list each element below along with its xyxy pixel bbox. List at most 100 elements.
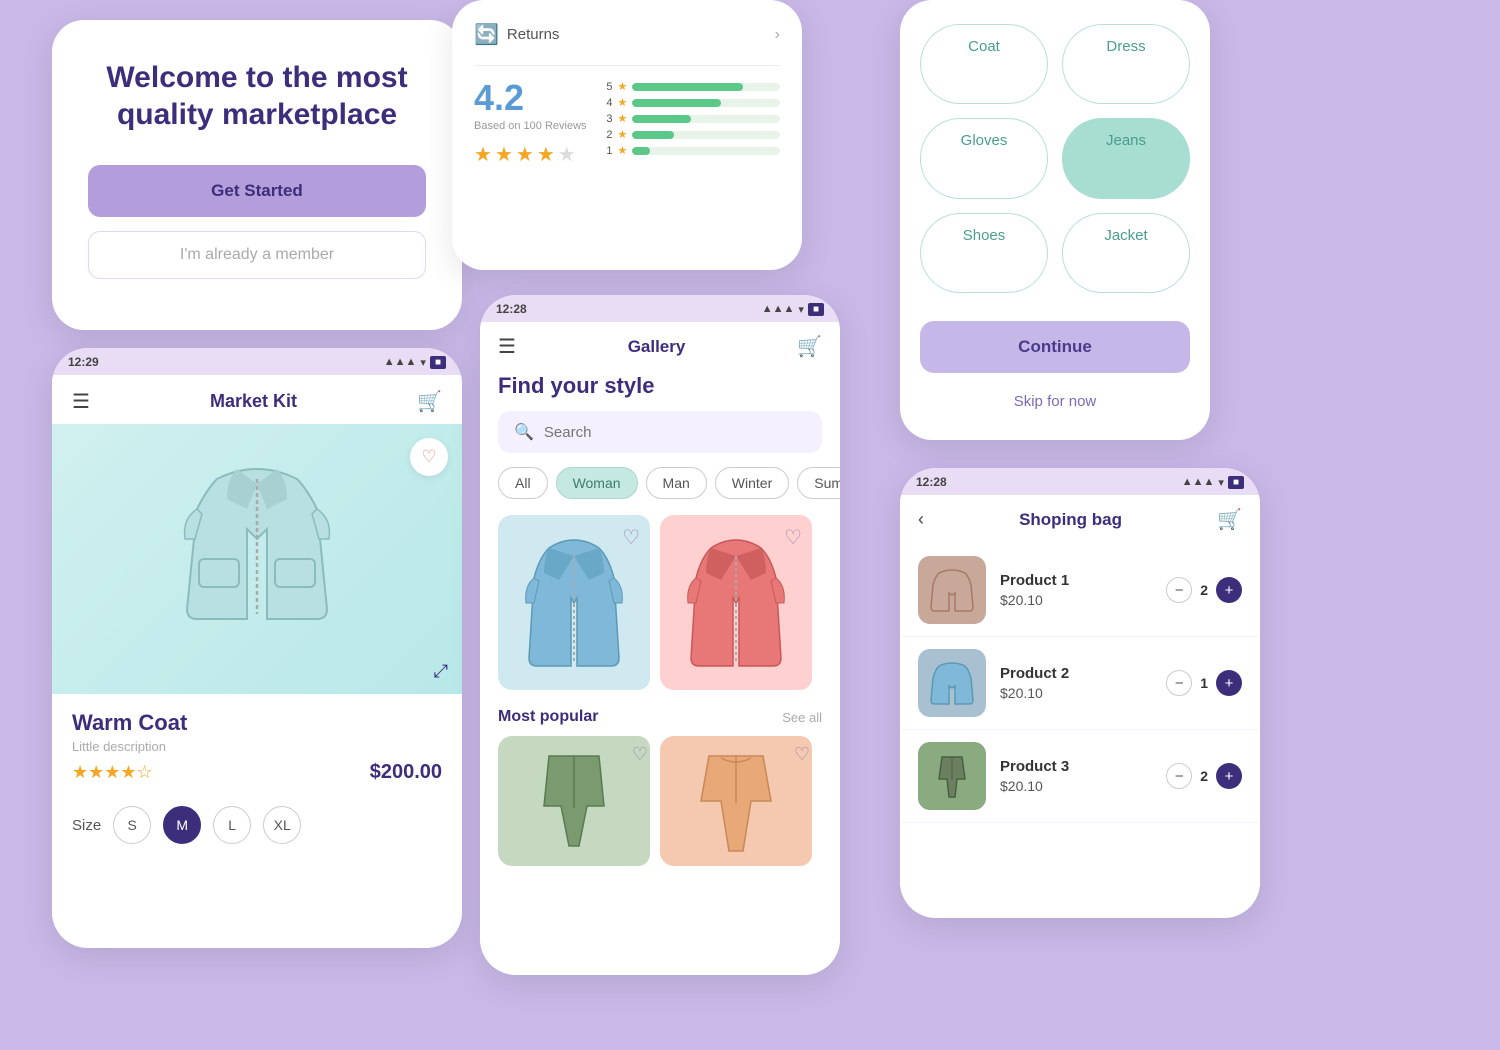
category-shoes[interactable]: Shoes	[920, 213, 1048, 293]
gallery-pink-wishlist[interactable]: ♡	[784, 525, 802, 550]
gallery-search-input[interactable]	[544, 424, 806, 441]
category-coat[interactable]: Coat	[920, 24, 1048, 104]
green-pants-svg	[529, 746, 619, 856]
market-expand-button[interactable]: ⤢	[434, 661, 448, 682]
vest-illustration	[167, 449, 347, 669]
welcome-title: Welcome to the most quality marketplace	[88, 60, 426, 133]
popular-peach-card: ♡	[660, 736, 818, 866]
bag-item-1-price: $20.10	[1000, 592, 1152, 608]
signal-icon: ▲▲▲	[762, 303, 795, 315]
market-stars-price: ★★★★☆ $200.00	[72, 761, 442, 784]
category-jeans[interactable]: Jeans	[1062, 118, 1190, 198]
bag-back-button[interactable]: ‹	[918, 509, 924, 530]
gallery-cart-icon[interactable]: 🛒	[797, 334, 822, 359]
wifi-icon: ▾	[798, 303, 804, 316]
filter-all[interactable]: All	[498, 467, 548, 499]
bag-item-1-plus[interactable]: +	[1216, 577, 1242, 603]
gallery-most-popular-header: Most popular See all	[480, 708, 840, 736]
category-gloves[interactable]: Gloves	[920, 118, 1048, 198]
bag-item-2: Product 2 $20.10 − 1 +	[900, 637, 1260, 730]
market-product-stars: ★★★★☆	[72, 762, 153, 783]
popular-green-img: ♡	[498, 736, 650, 866]
skip-button[interactable]: Skip for now	[920, 387, 1190, 416]
market-product-desc: Little description	[72, 739, 442, 754]
market-product-image: ♡ ⤢	[52, 424, 462, 694]
category-grid: Coat Dress Gloves Jeans Shoes Jacket	[920, 24, 1190, 293]
continue-button[interactable]: Continue	[920, 321, 1190, 373]
size-m[interactable]: M	[163, 806, 201, 844]
bag-cart-icon[interactable]: 🛒	[1217, 507, 1242, 532]
popular-green-wishlist[interactable]: ♡	[632, 744, 648, 765]
based-on-label: Based on 100 Reviews	[474, 120, 587, 132]
market-menu-icon[interactable]: ☰	[72, 389, 90, 414]
gallery-product-blue-img: ♡	[498, 515, 650, 690]
bag-item-3-svg	[927, 751, 977, 801]
bag-item-2-name: Product 2	[1000, 665, 1152, 682]
bag-item-1-svg	[927, 565, 977, 615]
filter-woman[interactable]: Woman	[556, 467, 638, 499]
gallery-blue-wishlist[interactable]: ♡	[622, 525, 640, 550]
market-status-icons: ▲▲▲ ▾ ■	[384, 356, 446, 369]
gallery-notch: 12:28 ▲▲▲ ▾ ■	[480, 295, 840, 322]
bag-title: Shoping bag	[1019, 510, 1122, 530]
gallery-search-icon: 🔍	[514, 422, 534, 442]
bag-item-2-price: $20.10	[1000, 685, 1152, 701]
battery-icon: ■	[808, 303, 824, 316]
bag-item-2-info: Product 2 $20.10	[1000, 665, 1152, 701]
filter-winter[interactable]: Winter	[715, 467, 789, 499]
welcome-card: Welcome to the most quality marketplace …	[52, 20, 462, 330]
bag-item-2-minus[interactable]: −	[1166, 670, 1192, 696]
bag-item-2-qty: − 1 +	[1166, 670, 1242, 696]
size-xl[interactable]: XL	[263, 806, 301, 844]
returns-label: Returns	[507, 26, 560, 43]
popular-peach-wishlist[interactable]: ♡	[794, 744, 810, 765]
bag-item-1: Product 1 $20.10 − 2 +	[900, 544, 1260, 637]
market-title: Market Kit	[210, 391, 297, 412]
category-jacket[interactable]: Jacket	[1062, 213, 1190, 293]
bag-item-2-image	[918, 649, 986, 717]
gallery-product-pink: ♡	[660, 515, 818, 690]
bag-item-3-image	[918, 742, 986, 810]
bag-item-1-image	[918, 556, 986, 624]
bag-item-1-qty: − 2 +	[1166, 577, 1242, 603]
bag-item-2-count: 1	[1200, 675, 1208, 691]
pink-jacket-svg	[681, 528, 791, 678]
bag-item-1-name: Product 1	[1000, 572, 1152, 589]
gallery-product-grid: ♡ ♡	[480, 515, 840, 694]
market-product-info: Warm Coat Little description ★★★★☆ $200.…	[52, 694, 462, 794]
filter-man[interactable]: Man	[646, 467, 707, 499]
see-all-button[interactable]: See all	[782, 710, 822, 725]
size-l[interactable]: L	[213, 806, 251, 844]
already-member-button[interactable]: I'm already a member	[88, 231, 426, 279]
gallery-title: Gallery	[628, 337, 686, 357]
returns-icon: 🔄	[474, 22, 499, 47]
market-cart-icon[interactable]: 🛒	[417, 389, 442, 414]
bag-item-3-plus[interactable]: +	[1216, 763, 1242, 789]
gallery-menu-icon[interactable]: ☰	[498, 334, 516, 359]
gallery-search-bar[interactable]: 🔍	[498, 411, 822, 453]
bag-item-2-plus[interactable]: +	[1216, 670, 1242, 696]
bag-item-3-minus[interactable]: −	[1166, 763, 1192, 789]
bag-item-3-price: $20.10	[1000, 778, 1152, 794]
filter-summer[interactable]: Sum...	[797, 467, 840, 499]
gallery-product-pink-img: ♡	[660, 515, 812, 690]
market-time: 12:29	[68, 355, 99, 369]
market-header: ☰ Market Kit 🛒	[52, 375, 462, 424]
market-product-price: $200.00	[370, 761, 442, 784]
signal-icon: ▲▲▲	[1182, 476, 1215, 488]
rating-bars: 5★ 4★ 3★ 2★ 1★	[603, 80, 780, 160]
rating-stars: ★ ★ ★ ★ ★	[474, 142, 587, 167]
gallery-popular-row: ♡ ♡	[480, 736, 840, 870]
get-started-button[interactable]: Get Started	[88, 165, 426, 217]
returns-chevron-icon[interactable]: ›	[775, 26, 780, 44]
categories-card: Coat Dress Gloves Jeans Shoes Jacket Con…	[900, 0, 1210, 440]
bag-item-1-minus[interactable]: −	[1166, 577, 1192, 603]
battery-icon: ■	[430, 356, 446, 369]
gallery-find-style: Find your style	[480, 369, 840, 411]
market-notch: 12:29 ▲▲▲ ▾ ■	[52, 348, 462, 375]
market-wishlist-button[interactable]: ♡	[410, 438, 448, 476]
market-product-name: Warm Coat	[72, 710, 442, 736]
size-s[interactable]: S	[113, 806, 151, 844]
popular-green-card: ♡	[498, 736, 656, 866]
category-dress[interactable]: Dress	[1062, 24, 1190, 104]
